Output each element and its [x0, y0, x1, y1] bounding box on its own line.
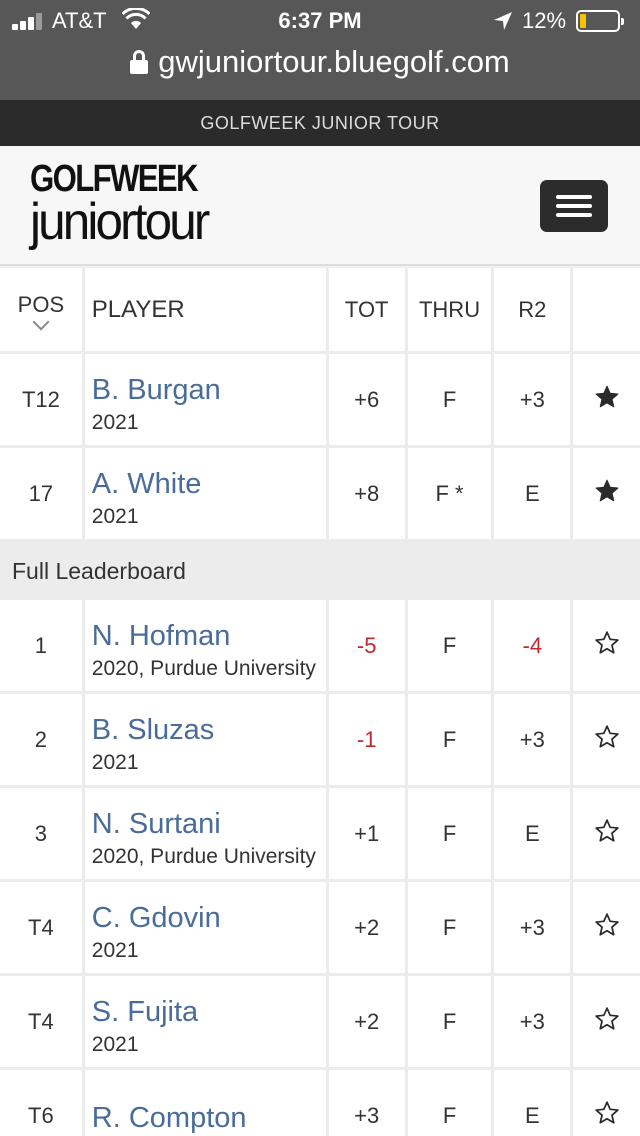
- position-cell: 2: [0, 694, 85, 788]
- player-cell[interactable]: R. Compton: [84, 1070, 329, 1136]
- logo-line-2: juniortour: [30, 193, 210, 251]
- player-name-link[interactable]: B. Burgan: [92, 365, 326, 407]
- star-outline-icon[interactable]: [573, 600, 640, 694]
- round2-score-cell: E: [494, 1070, 574, 1136]
- player-details: 2021: [91, 1032, 139, 1056]
- thru-cell: F: [407, 788, 495, 882]
- golfweek-junior-tour-logo[interactable]: GOLFWEEK juniortour: [30, 160, 234, 251]
- thru-cell: F: [407, 694, 495, 788]
- player-details: 2021: [91, 504, 139, 528]
- player-details: 2021: [91, 938, 139, 962]
- player-cell[interactable]: B. Burgan 2021: [84, 354, 329, 448]
- total-score-cell: +1: [328, 788, 408, 882]
- round2-score-cell: E: [494, 788, 574, 882]
- section-separator: Full Leaderboard: [0, 542, 640, 600]
- player-name-link[interactable]: S. Fujita: [92, 987, 326, 1029]
- tot-column-header[interactable]: TOT: [328, 268, 408, 354]
- round2-score-cell: +3: [494, 354, 574, 448]
- total-score-cell: +2: [328, 976, 408, 1070]
- thru-cell: F: [407, 354, 495, 448]
- position-cell: T12: [0, 354, 85, 448]
- player-details: 2020, Purdue University: [91, 656, 316, 680]
- position-cell: 1: [0, 600, 85, 694]
- player-name-link[interactable]: N. Hofman: [92, 611, 326, 653]
- status-bar: AT&T 6:37 PM 12%: [0, 0, 640, 42]
- player-name-link[interactable]: N. Surtani: [92, 799, 326, 841]
- location-arrow-icon: [494, 12, 512, 30]
- leaderboard-body: 1 N. Hofman 2020, Purdue University -5 F -4 2 B…: [0, 600, 640, 1136]
- thru-cell: F: [407, 882, 495, 976]
- position-cell: 3: [0, 788, 85, 882]
- position-cell: T6: [0, 1070, 85, 1136]
- table-row[interactable]: T6 R. Compton +3 F E: [0, 1070, 640, 1136]
- player-cell[interactable]: N. Hofman 2020, Purdue University: [84, 600, 329, 694]
- pos-column-header[interactable]: POS: [0, 268, 85, 354]
- player-cell[interactable]: N. Surtani 2020, Purdue University: [84, 788, 329, 882]
- site-header: GOLFWEEK juniortour: [0, 146, 640, 266]
- url-text: gwjuniortour.bluegolf.com: [158, 44, 510, 79]
- table-row[interactable]: 2 B. Sluzas 2021 -1 F +3: [0, 694, 640, 788]
- star-outline-icon[interactable]: [573, 1070, 640, 1136]
- favorite-column-header: [573, 268, 640, 354]
- total-score-cell: +2: [328, 882, 408, 976]
- hamburger-menu-button[interactable]: [540, 180, 608, 232]
- star-outline-icon[interactable]: [573, 976, 640, 1070]
- player-column-header[interactable]: PLAYER: [84, 268, 329, 354]
- player-cell[interactable]: C. Gdovin 2021: [84, 882, 329, 976]
- round2-score-cell: -4: [494, 600, 574, 694]
- table-row[interactable]: 17 A. White 2021 +8 F * E: [0, 448, 640, 542]
- position-cell: T4: [0, 976, 85, 1070]
- player-details: 2021: [91, 750, 139, 774]
- table-row[interactable]: T12 B. Burgan 2021 +6 F +3: [0, 354, 640, 448]
- table-row[interactable]: T4 C. Gdovin 2021 +2 F +3: [0, 882, 640, 976]
- player-name-link[interactable]: A. White: [92, 459, 326, 501]
- thru-cell: F *: [407, 448, 495, 542]
- table-header-row: POS PLAYER TOT THRU R2: [0, 268, 640, 354]
- favorites-body: T12 B. Burgan 2021 +6 F +3 17 A. White 2021 +8 F *…: [0, 354, 640, 542]
- total-score-cell: -5: [328, 600, 408, 694]
- browser-chrome: AT&T 6:37 PM 12% gwjuniortour.bluegolf.c…: [0, 0, 640, 100]
- thru-cell: F: [407, 600, 495, 694]
- full-leaderboard-label: Full Leaderboard: [0, 542, 640, 600]
- star-outline-icon[interactable]: [573, 788, 640, 882]
- total-score-cell: -1: [328, 694, 408, 788]
- round2-score-cell: +3: [494, 694, 574, 788]
- player-cell[interactable]: S. Fujita 2021: [84, 976, 329, 1070]
- battery-percent: 12%: [522, 8, 567, 33]
- total-score-cell: +3: [328, 1070, 408, 1136]
- player-details: 2020, Purdue University: [91, 844, 316, 868]
- player-name-link[interactable]: R. Compton: [92, 1093, 326, 1135]
- player-name-link[interactable]: C. Gdovin: [92, 893, 326, 935]
- position-cell: 17: [0, 448, 85, 542]
- player-cell[interactable]: B. Sluzas 2021: [84, 694, 329, 788]
- address-bar[interactable]: gwjuniortour.bluegolf.com: [0, 44, 640, 80]
- player-cell[interactable]: A. White 2021: [84, 448, 329, 542]
- player-details: 2021: [91, 410, 139, 434]
- round2-score-cell: E: [494, 448, 574, 542]
- lock-icon: [130, 50, 149, 74]
- thru-column-header[interactable]: THRU: [407, 268, 495, 354]
- table-row[interactable]: 3 N. Surtani 2020, Purdue University +1 F E: [0, 788, 640, 882]
- round2-score-cell: +3: [494, 976, 574, 1070]
- table-row[interactable]: 1 N. Hofman 2020, Purdue University -5 F -4: [0, 600, 640, 694]
- total-score-cell: +8: [328, 448, 408, 542]
- star-filled-icon[interactable]: [573, 354, 640, 448]
- star-filled-icon[interactable]: [573, 448, 640, 542]
- total-score-cell: +6: [328, 354, 408, 448]
- battery-icon: [576, 10, 624, 32]
- player-name-link[interactable]: B. Sluzas: [92, 705, 326, 747]
- position-cell: T4: [0, 882, 85, 976]
- star-outline-icon[interactable]: [573, 882, 640, 976]
- thru-cell: F: [407, 976, 495, 1070]
- table-row[interactable]: T4 S. Fujita 2021 +2 F +3: [0, 976, 640, 1070]
- r2-column-header[interactable]: R2: [494, 268, 574, 354]
- site-top-title: GOLFWEEK JUNIOR TOUR: [0, 100, 640, 146]
- leaderboard-table: POS PLAYER TOT THRU R2 T12 B. Burgan 2021 +…: [0, 268, 640, 1136]
- round2-score-cell: +3: [494, 882, 574, 976]
- star-outline-icon[interactable]: [573, 694, 640, 788]
- thru-cell: F: [407, 1070, 495, 1136]
